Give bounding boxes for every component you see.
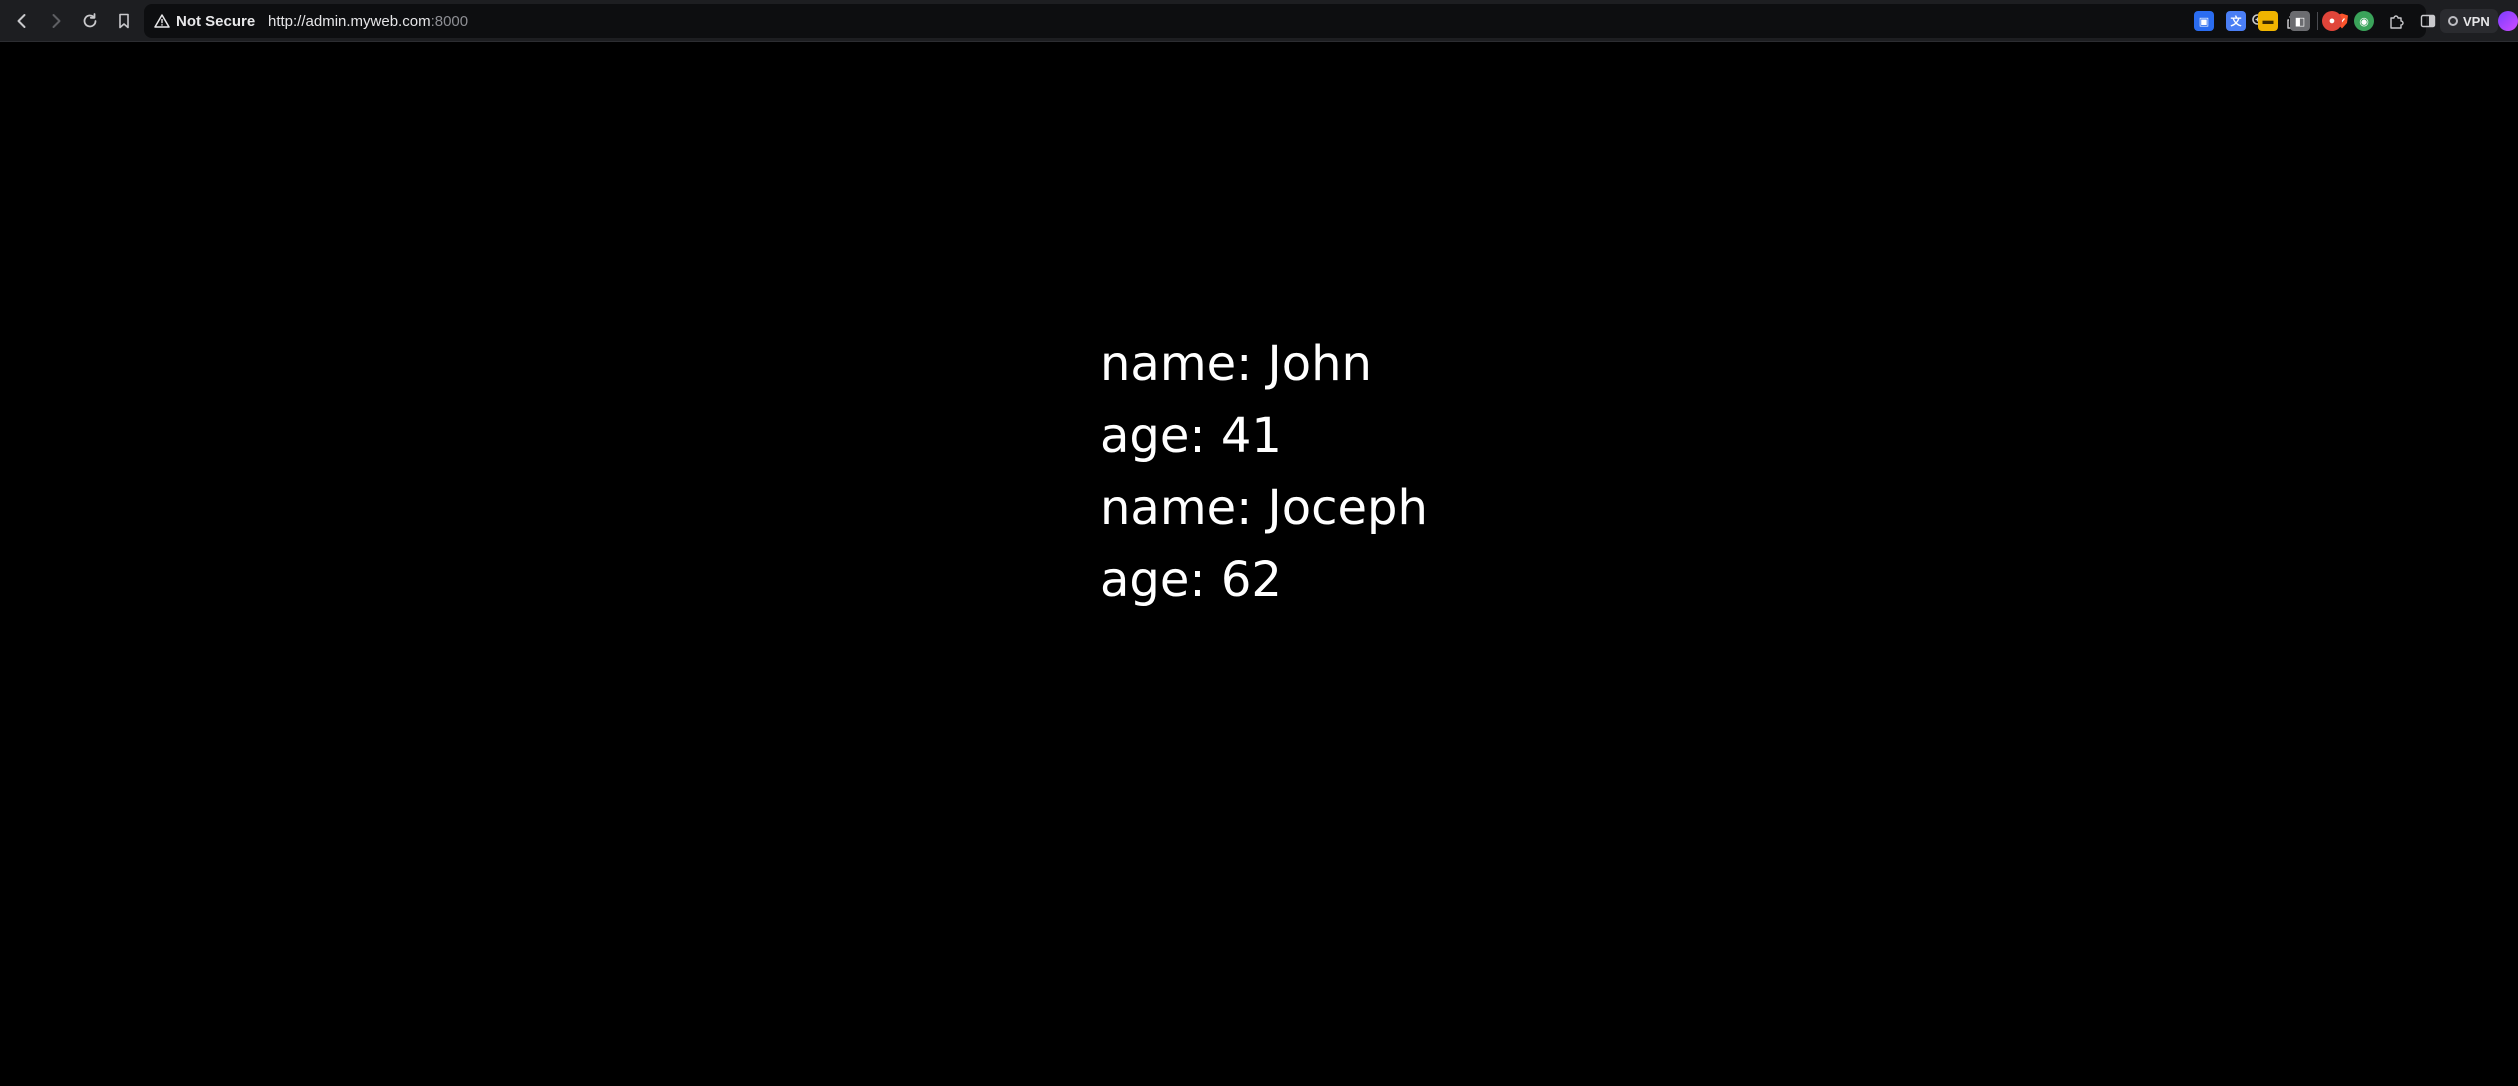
- bookmark-button[interactable]: [110, 7, 138, 35]
- extension-gray-icon[interactable]: ◧: [2290, 11, 2310, 31]
- forward-button[interactable]: [42, 7, 70, 35]
- vpn-label: VPN: [2463, 13, 2490, 29]
- reload-icon: [83, 13, 97, 28]
- extensions-puzzle-icon: [2390, 15, 2404, 29]
- extensions-bar: ▣ 文 ▬ ◧ ● ◉: [2194, 0, 2438, 42]
- url-host: http://admin.myweb.com: [268, 12, 431, 30]
- browser-toolbar: Not Secure http://admin.myweb.com:8000 ▣…: [0, 0, 2518, 42]
- address-bar[interactable]: Not Secure http://admin.myweb.com:8000: [144, 4, 2426, 38]
- warning-icon: [154, 14, 170, 28]
- vpn-status-icon: [2448, 16, 2458, 26]
- reload-button[interactable]: [76, 7, 104, 35]
- sidebar-toggle-button[interactable]: [2418, 11, 2438, 31]
- back-icon: [17, 14, 26, 28]
- bookmark-icon: [119, 13, 129, 29]
- site-security-indicator[interactable]: Not Secure: [154, 4, 255, 38]
- extension-red-icon[interactable]: ●: [2322, 11, 2342, 31]
- extension-yellow-icon[interactable]: ▬: [2258, 11, 2278, 31]
- record-name: name: Joceph: [1100, 480, 1428, 536]
- back-button[interactable]: [8, 7, 36, 35]
- page-content: name: John age: 41 name: Joceph age: 62: [1100, 328, 1428, 616]
- record-name: name: John: [1100, 336, 1372, 392]
- extensions-menu-button[interactable]: [2386, 11, 2406, 31]
- extension-blue-icon[interactable]: ▣: [2194, 11, 2214, 31]
- extension-green-icon[interactable]: ◉: [2354, 11, 2374, 31]
- profile-avatar-icon[interactable]: [2498, 11, 2518, 31]
- record-age: age: 41: [1100, 408, 1282, 464]
- security-label: Not Secure: [176, 12, 256, 30]
- translate-icon[interactable]: 文: [2226, 11, 2246, 31]
- record-age: age: 62: [1100, 552, 1282, 608]
- sidebar-icon: [2420, 14, 2436, 28]
- forward-icon: [52, 14, 61, 28]
- vpn-button[interactable]: VPN: [2440, 9, 2498, 33]
- url-text[interactable]: http://admin.myweb.com:8000: [268, 4, 468, 38]
- url-port: :8000: [430, 12, 469, 30]
